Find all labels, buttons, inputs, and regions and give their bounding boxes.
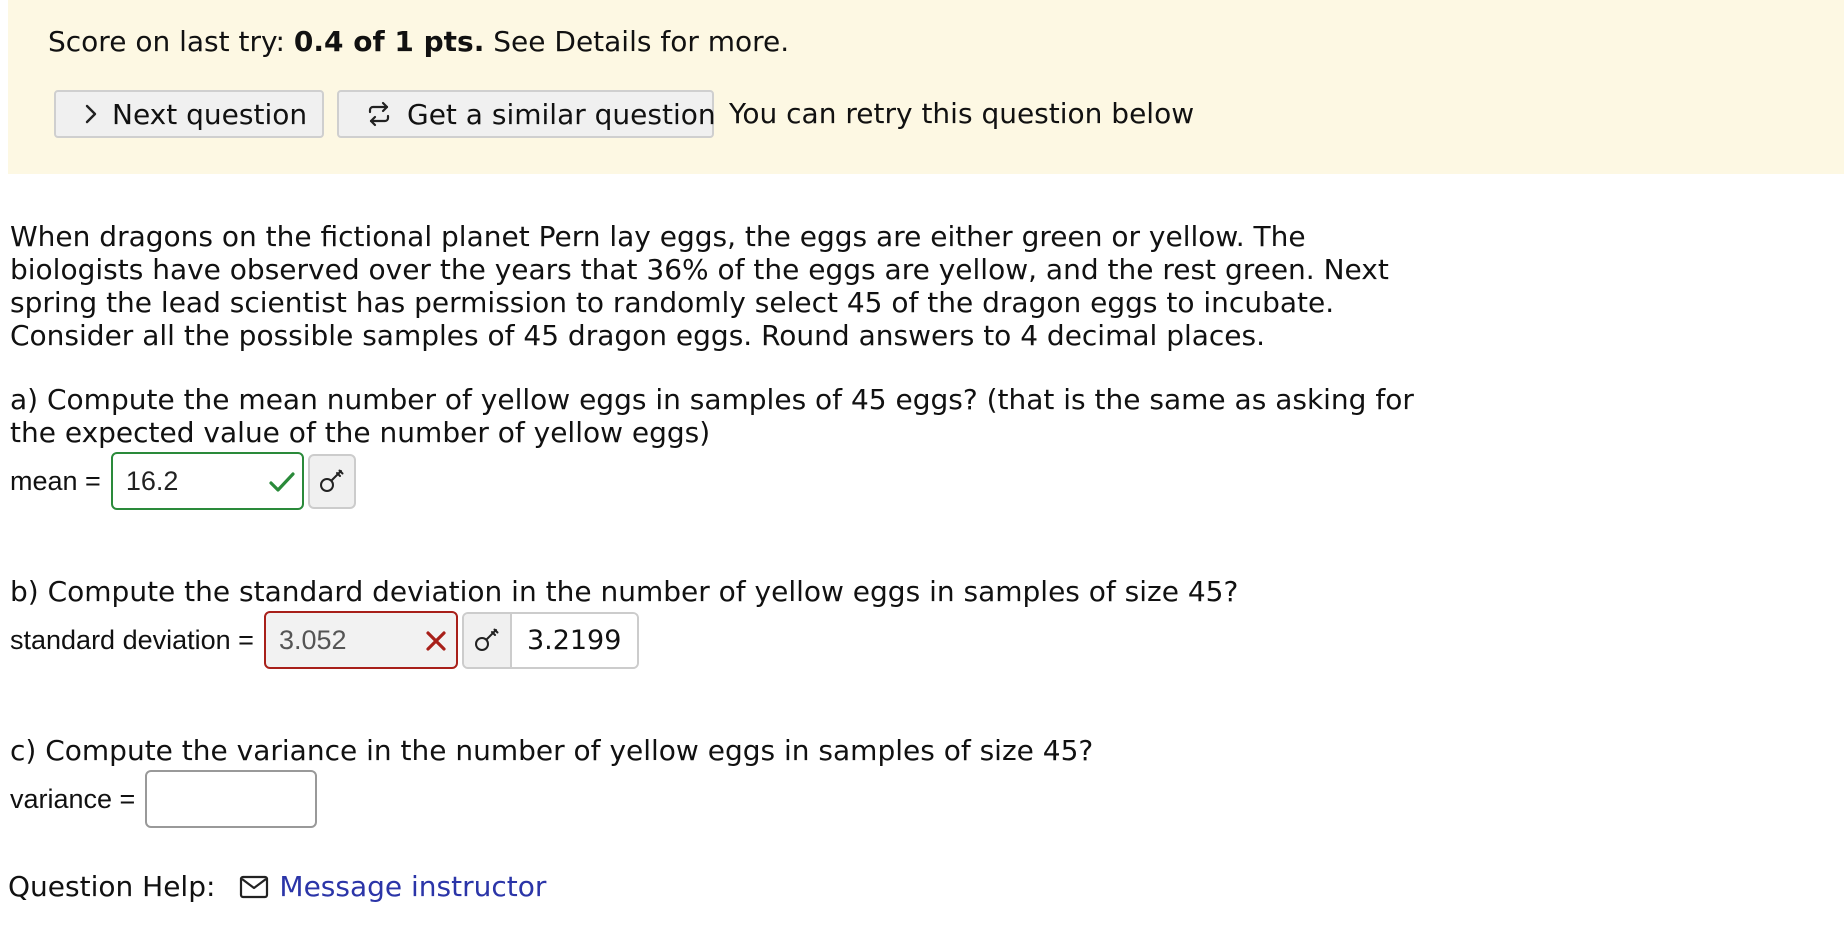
key-icon — [473, 626, 501, 654]
part-c-answer-row: variance = — [10, 770, 318, 828]
score-prefix: Score on last try: — [48, 25, 294, 58]
variance-answer-box — [145, 770, 318, 828]
similar-question-label: Get a similar question — [407, 97, 716, 131]
retry-note: You can retry this question below — [729, 97, 1195, 130]
repeat-icon — [365, 100, 393, 128]
next-question-label: Next question — [112, 97, 308, 131]
chevron-right-icon — [84, 104, 98, 124]
revealed-correct-answer: 3.2199 — [511, 613, 638, 667]
envelope-icon — [239, 875, 269, 899]
part-b-answer-row: standard deviation = 3.2199 — [10, 611, 640, 669]
score-summary: Score on last try: 0.4 of 1 pts. See Det… — [48, 22, 789, 62]
problem-statement: When dragons on the fictional planet Per… — [10, 220, 1389, 352]
standard-deviation-label: standard deviation = — [10, 624, 254, 655]
part-a-question: a) Compute the mean number of yellow egg… — [10, 383, 1414, 449]
part-c-question: c) Compute the variance in the number of… — [10, 734, 1094, 767]
standard-deviation-answer-box — [263, 611, 458, 669]
show-answer-key-button[interactable] — [463, 613, 512, 667]
x-mark-icon — [422, 627, 450, 655]
part-b-question: b) Compute the standard deviation in the… — [10, 575, 1239, 608]
mean-input[interactable] — [112, 456, 266, 506]
show-answer-key-button[interactable] — [307, 453, 356, 509]
variance-input[interactable] — [147, 774, 311, 824]
revealed-answer-group: 3.2199 — [461, 611, 640, 669]
score-suffix: See Details for more. — [484, 25, 790, 58]
question-help-label: Question Help: — [8, 870, 216, 903]
checkmark-icon — [268, 468, 296, 496]
score-value: 0.4 of 1 pts. — [293, 25, 485, 58]
key-icon — [318, 467, 346, 495]
similar-question-button[interactable]: Get a similar question — [337, 90, 716, 138]
mean-answer-box — [110, 452, 304, 510]
question-help: Question Help: Message instructor — [8, 870, 546, 903]
variance-label: variance = — [10, 783, 136, 814]
message-instructor-link[interactable]: Message instructor — [279, 870, 546, 903]
standard-deviation-input[interactable] — [265, 615, 419, 665]
next-question-button[interactable]: Next question — [54, 90, 324, 138]
mean-label: mean = — [10, 465, 101, 496]
score-banner: Score on last try: 0.4 of 1 pts. See Det… — [8, 0, 1844, 174]
part-a-answer-row: mean = — [10, 452, 356, 510]
